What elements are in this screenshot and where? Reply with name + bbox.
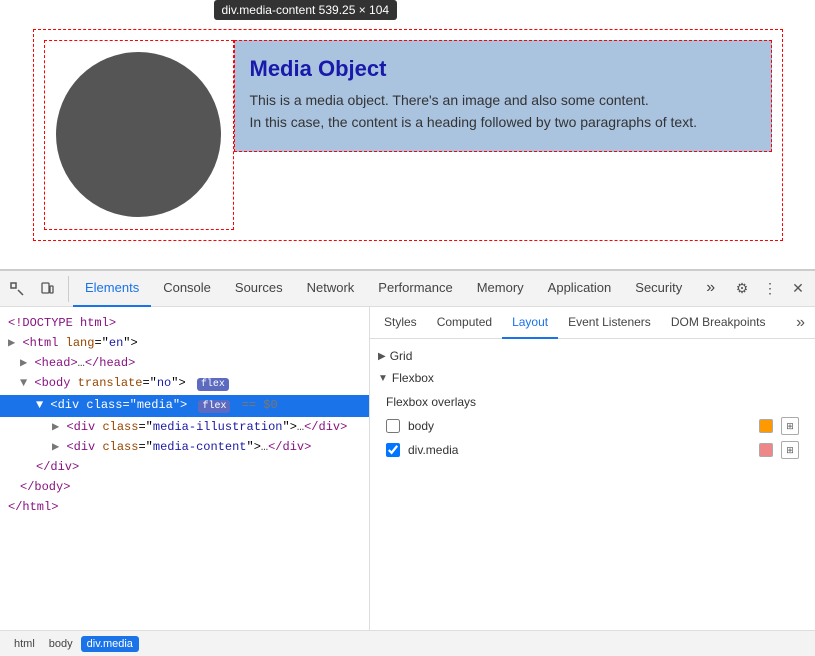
toolbar-right: ⚙ ⋮ ✕ <box>729 276 811 302</box>
div-media-overlay-checkbox[interactable] <box>386 443 400 457</box>
breadcrumb-bar: html body div.media <box>0 630 815 656</box>
body-overlay-label: body <box>408 419 751 433</box>
device-toolbar-button[interactable] <box>34 276 60 302</box>
circle-image <box>56 52 221 217</box>
media-content: Media Object This is a media object. The… <box>234 40 772 152</box>
tab-sources[interactable]: Sources <box>223 271 295 307</box>
flexbox-overlays-label: Flexbox overlays <box>386 395 799 409</box>
devtools-tabs: Elements Console Sources Network Perform… <box>73 271 729 307</box>
tab-elements[interactable]: Elements <box>73 271 151 307</box>
tab-security[interactable]: Security <box>623 271 694 307</box>
inspect-tool-button[interactable] <box>4 276 30 302</box>
flex-badge-media: flex <box>198 400 230 413</box>
grid-section-header[interactable]: ▶ Grid <box>370 345 815 367</box>
dom-line-body-close[interactable]: </body> <box>0 477 369 497</box>
body-overlay-row: body ⊞ <box>386 417 799 435</box>
styles-tabs: Styles Computed Layout Event Listeners D… <box>370 307 815 339</box>
devtools-body: <!DOCTYPE html> ▶ <html lang="en"> ▶ <he… <box>0 307 815 630</box>
tab-network[interactable]: Network <box>295 271 367 307</box>
devtools-panel: Elements Console Sources Network Perform… <box>0 270 815 656</box>
tab-styles[interactable]: Styles <box>374 307 427 339</box>
more-options-button[interactable]: ⋮ <box>757 276 783 302</box>
dom-line-media-content[interactable]: ▶ <div class="media-content">…</div> <box>0 437 369 457</box>
dom-line-media-illustration[interactable]: ▶ <div class="media-illustration">…</div… <box>0 417 369 437</box>
grid-label: Grid <box>390 349 413 363</box>
eq-badge: == $0 <box>242 398 278 412</box>
dom-line-div-close[interactable]: </div> <box>0 457 369 477</box>
close-devtools-button[interactable]: ✕ <box>785 276 811 302</box>
media-object-container: div.media-content 539.25 × 104 Media Obj… <box>33 29 783 241</box>
element-tooltip: div.media-content 539.25 × 104 <box>214 0 398 20</box>
tab-more[interactable]: » <box>694 271 727 307</box>
body-overlay-checkbox[interactable] <box>386 419 400 433</box>
styles-panel: Styles Computed Layout Event Listeners D… <box>370 307 815 630</box>
flexbox-label: Flexbox <box>392 371 434 385</box>
breadcrumb-html[interactable]: html <box>8 636 41 652</box>
media-para2: In this case, the content is a heading f… <box>250 114 756 130</box>
preview-area: div.media-content 539.25 × 104 Media Obj… <box>0 0 815 270</box>
media-para1: This is a media object. There's an image… <box>250 92 756 108</box>
flexbox-section-content: Flexbox overlays body ⊞ div.media ⊞ <box>370 389 815 471</box>
dom-line-html[interactable]: ▶ <html lang="en"> <box>0 333 369 353</box>
tab-console[interactable]: Console <box>151 271 223 307</box>
more-style-tabs[interactable]: » <box>790 314 811 332</box>
tab-application[interactable]: Application <box>536 271 624 307</box>
media-illustration <box>44 40 234 230</box>
div-media-overlay-icon[interactable]: ⊞ <box>781 441 799 459</box>
body-color-swatch[interactable] <box>759 419 773 433</box>
dom-line-div-media[interactable]: ▼ <div class="media"> flex == $0 <box>0 395 369 417</box>
flexbox-section-header[interactable]: ▼ Flexbox <box>370 367 815 389</box>
body-overlay-icon[interactable]: ⊞ <box>781 417 799 435</box>
dom-line-head[interactable]: ▶ <head>…</head> <box>0 353 369 373</box>
media-heading: Media Object <box>250 56 756 82</box>
breadcrumb-div-media[interactable]: div.media <box>81 636 139 652</box>
tab-memory[interactable]: Memory <box>465 271 536 307</box>
dom-panel: <!DOCTYPE html> ▶ <html lang="en"> ▶ <he… <box>0 307 370 630</box>
settings-button[interactable]: ⚙ <box>729 276 755 302</box>
tab-performance[interactable]: Performance <box>366 271 464 307</box>
breadcrumb-body[interactable]: body <box>43 636 79 652</box>
tab-layout[interactable]: Layout <box>502 307 558 339</box>
dom-line-html-close[interactable]: </html> <box>0 497 369 517</box>
dom-line-doctype[interactable]: <!DOCTYPE html> <box>0 313 369 333</box>
dom-line-body[interactable]: ▼ <body translate="no"> flex <box>0 373 369 395</box>
tab-event-listeners[interactable]: Event Listeners <box>558 307 661 339</box>
tab-computed[interactable]: Computed <box>427 307 502 339</box>
tab-dom-breakpoints[interactable]: DOM Breakpoints <box>661 307 776 339</box>
flexbox-triangle: ▼ <box>378 373 388 384</box>
devtools-toolbar: Elements Console Sources Network Perform… <box>0 271 815 307</box>
flex-badge-body: flex <box>197 378 229 391</box>
div-media-color-swatch[interactable] <box>759 443 773 457</box>
toolbar-icons <box>4 276 69 302</box>
grid-triangle: ▶ <box>378 351 386 362</box>
div-media-overlay-label: div.media <box>408 443 751 457</box>
layout-content: ▶ Grid ▼ Flexbox Flexbox overlays body ⊞ <box>370 339 815 630</box>
div-media-overlay-row: div.media ⊞ <box>386 441 799 459</box>
